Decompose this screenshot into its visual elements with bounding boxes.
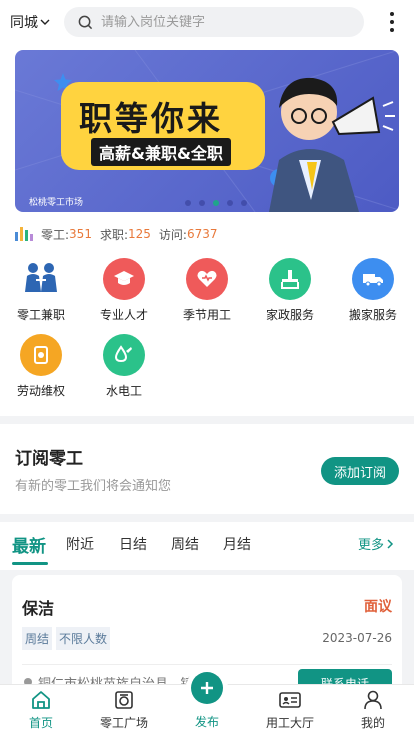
gig-count-label: 零工:	[41, 227, 70, 242]
carousel-indicators	[185, 200, 247, 206]
add-subscription-button[interactable]: 添加订阅	[321, 457, 399, 485]
category-moving[interactable]: 搬家服务	[332, 258, 414, 323]
tab-nearby[interactable]: 附近	[66, 534, 94, 554]
search-input[interactable]	[101, 14, 341, 30]
category-label: 家政服务	[265, 308, 314, 322]
user-icon	[332, 687, 414, 713]
visit-count-label: 访问:	[158, 227, 187, 242]
job-tags: 周结 不限人数	[22, 627, 111, 650]
carousel-dot[interactable]	[241, 200, 247, 206]
carousel-dot[interactable]	[185, 200, 191, 206]
tab-monthly[interactable]: 月结	[223, 534, 251, 554]
truck-icon	[352, 258, 394, 300]
stats-chart-icon	[15, 227, 33, 241]
visit-count: 6737	[186, 227, 218, 241]
tab-weekly[interactable]: 周结	[171, 534, 199, 554]
job-pay: 面议	[364, 599, 392, 615]
chevron-right-icon	[387, 538, 394, 549]
nav-label: 发布	[194, 715, 219, 729]
subscribe-section: 订阅零工 有新的零工我们将会通知您 添加订阅	[0, 424, 414, 514]
shield-icon	[20, 334, 62, 376]
nav-label: 我的	[360, 716, 385, 730]
job-tag: 不限人数	[56, 627, 111, 650]
plus-icon	[191, 672, 223, 704]
job-filter-tabs: 最新 附近 日结 周结 月结 更多	[0, 522, 414, 570]
banner-sign: 职等你来 高薪&兼职&全职	[61, 82, 265, 170]
category-seasonal[interactable]: 季节用工	[166, 258, 248, 323]
heart-icon	[186, 258, 228, 300]
category-label: 搬家服务	[348, 308, 397, 322]
more-menu-icon[interactable]	[382, 9, 402, 35]
banner-caption: 松桃零工市场	[29, 197, 84, 207]
top-bar: 同城	[0, 0, 414, 44]
category-label: 水电工	[105, 384, 142, 398]
category-label: 零工兼职	[16, 308, 65, 322]
job-tag: 周结	[22, 627, 53, 650]
tab-daily[interactable]: 日结	[119, 534, 147, 554]
carousel-dot[interactable]	[227, 200, 233, 206]
category-grid: 零工兼职 专业人才 季节用工 家政服务 搬家服务 劳动维权 水电工	[0, 248, 414, 416]
more-label: 更多	[358, 538, 385, 553]
subscribe-title: 订阅零工	[15, 449, 83, 469]
seek-count-label: 求职:	[99, 227, 128, 242]
nav-hiring-hall[interactable]: 用工大厅	[249, 685, 331, 730]
bottom-navigation: 首页 零工广场 发布 用工大厅 我的	[0, 667, 414, 730]
nav-gig-square[interactable]: 零工广场	[83, 685, 165, 730]
workers-icon	[20, 258, 62, 300]
job-title: 保洁	[22, 599, 55, 618]
graduation-cap-icon	[103, 258, 145, 300]
id-card-icon	[249, 687, 331, 713]
seek-count: 125	[128, 227, 151, 241]
city-label: 同城	[10, 15, 38, 31]
divider	[22, 664, 392, 665]
banner-section: 职等你来 高薪&兼职&全职 松桃零工市场	[0, 44, 414, 220]
category-labor-rights[interactable]: 劳动维权	[0, 334, 82, 399]
banner-subline: 高薪&兼职&全职	[91, 138, 231, 166]
category-plumber-electrician[interactable]: 水电工	[83, 334, 165, 399]
job-date: 2023-07-26	[322, 631, 392, 645]
subscribe-description: 有新的零工我们将会通知您	[15, 479, 172, 494]
banner-headline: 职等你来	[79, 99, 223, 138]
chevron-down-icon	[40, 19, 50, 25]
nav-label: 首页	[28, 716, 53, 730]
category-label: 季节用工	[182, 308, 231, 322]
category-label: 劳动维权	[16, 384, 65, 398]
water-drop-icon	[103, 334, 145, 376]
nav-publish[interactable]: 发布	[166, 667, 248, 730]
category-label: 专业人才	[99, 308, 148, 322]
more-link[interactable]: 更多	[358, 534, 396, 553]
carousel-dot-active[interactable]	[213, 200, 219, 206]
carousel-dot[interactable]	[199, 200, 205, 206]
gig-count: 351	[69, 227, 92, 241]
active-tab-indicator	[12, 562, 48, 565]
nav-label: 用工大厅	[265, 716, 314, 730]
search-box[interactable]	[64, 7, 364, 37]
megaphone-person-illustration	[269, 77, 395, 212]
category-gig[interactable]: 零工兼职	[0, 258, 82, 323]
search-icon	[78, 15, 93, 29]
city-selector[interactable]: 同城	[10, 12, 58, 32]
nav-home[interactable]: 首页	[0, 685, 82, 730]
nav-mine[interactable]: 我的	[332, 685, 414, 730]
broom-icon	[269, 258, 311, 300]
publish-button[interactable]	[186, 667, 228, 709]
square-icon	[83, 687, 165, 713]
stats-bar: 零工: 351 求职: 125 访问: 6737	[0, 220, 414, 248]
tab-latest[interactable]: 最新	[12, 532, 46, 557]
banner-carousel[interactable]: 职等你来 高薪&兼职&全职 松桃零工市场	[15, 50, 399, 212]
home-icon	[0, 687, 82, 713]
category-housekeeping[interactable]: 家政服务	[249, 258, 331, 323]
category-talent[interactable]: 专业人才	[83, 258, 165, 323]
nav-label: 零工广场	[99, 716, 148, 730]
